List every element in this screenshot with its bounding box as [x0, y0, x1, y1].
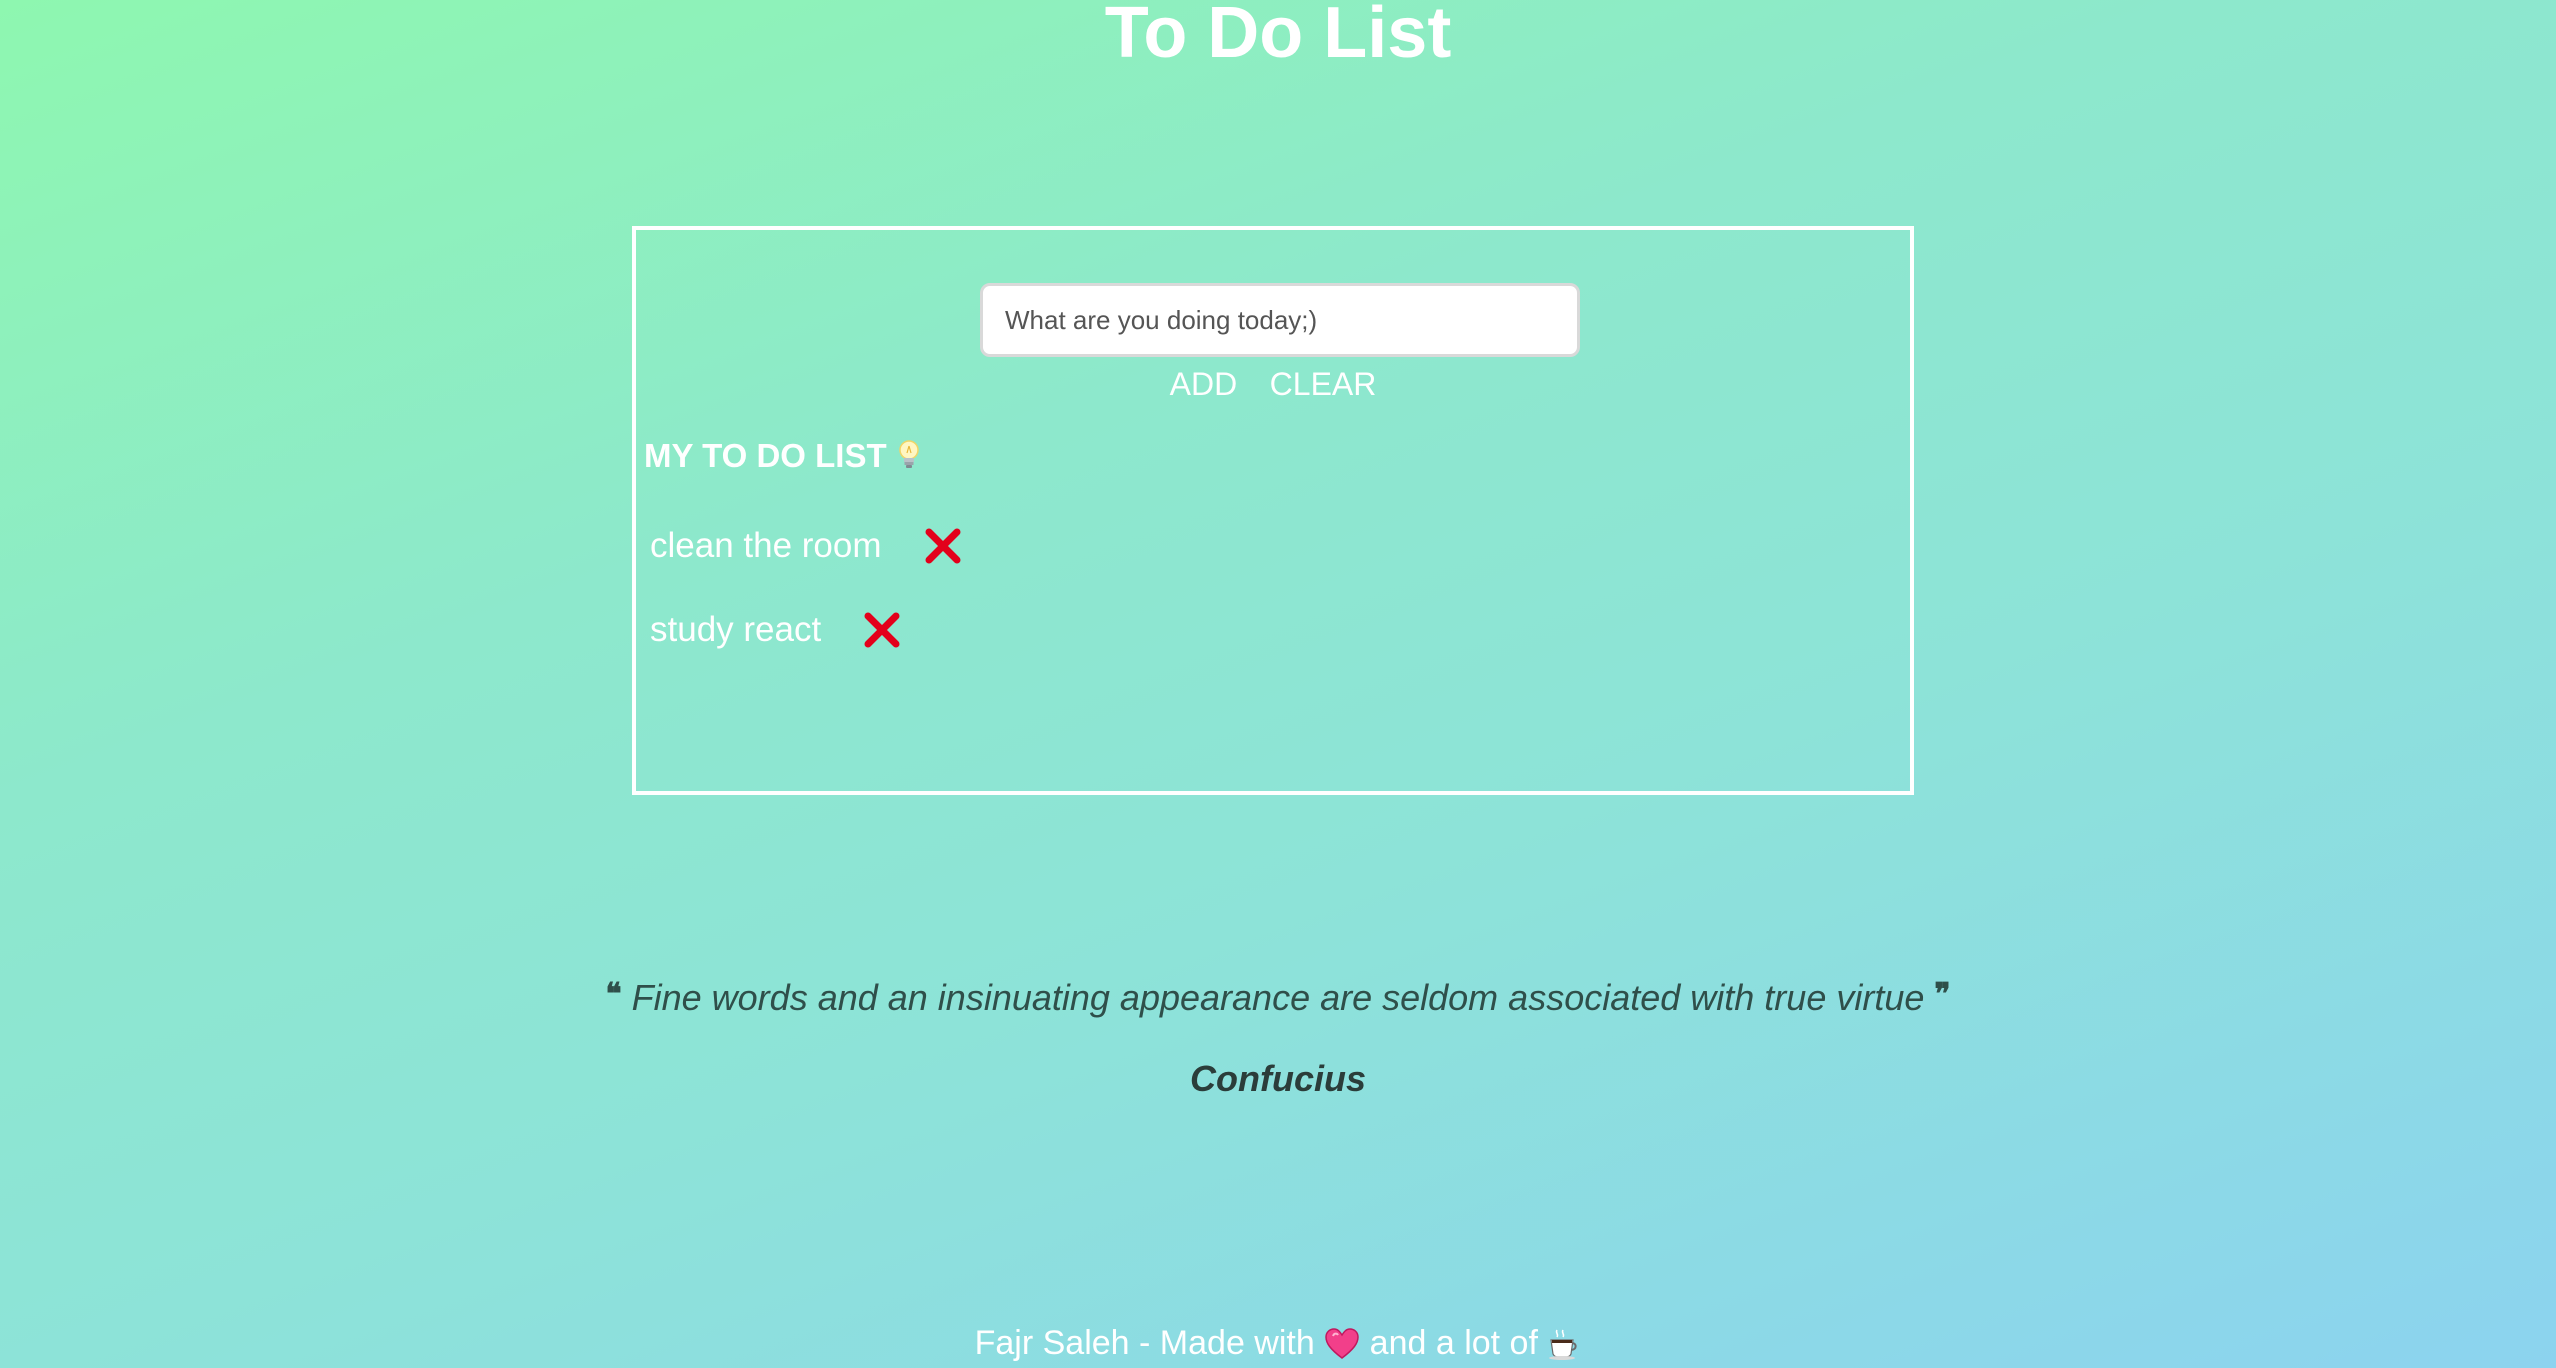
footer-prefix: Fajr Saleh - Made with: [974, 1324, 1315, 1362]
button-row: ADD CLEAR: [636, 360, 1910, 408]
heart-icon: [1324, 1324, 1360, 1362]
clear-button[interactable]: CLEAR: [1256, 360, 1391, 408]
close-quote-icon: ❞: [1934, 978, 1951, 1011]
page-title: To Do List: [1104, 0, 1452, 73]
quote: ❝ Fine words and an insinuating appearan…: [0, 970, 2556, 1023]
task-input[interactable]: [980, 283, 1580, 357]
lightbulb-icon: [897, 435, 921, 483]
open-quote-icon: ❝: [605, 978, 622, 1011]
footer-middle: and a lot of: [1369, 1324, 1538, 1362]
todo-container: ADD CLEAR MY TO DO LIST clean the room s…: [632, 226, 1914, 795]
list-item: clean the room: [650, 516, 962, 576]
footer: Fajr Saleh - Made with and a lot of: [0, 1318, 2556, 1368]
todo-item-text: study react: [650, 610, 822, 649]
add-button[interactable]: ADD: [1156, 360, 1252, 408]
close-icon[interactable]: [924, 527, 962, 565]
quote-text: Fine words and an insinuating appearance…: [631, 977, 1925, 1018]
coffee-icon: [1547, 1324, 1581, 1362]
list-heading: MY TO DO LIST: [644, 432, 921, 483]
close-icon[interactable]: [863, 611, 901, 649]
quote-author: Confucius: [1190, 1058, 1366, 1099]
todo-list: clean the room study react: [650, 516, 962, 684]
list-heading-text: MY TO DO LIST: [644, 437, 887, 474]
list-item: study react: [650, 600, 962, 660]
todo-item-text: clean the room: [650, 526, 882, 565]
